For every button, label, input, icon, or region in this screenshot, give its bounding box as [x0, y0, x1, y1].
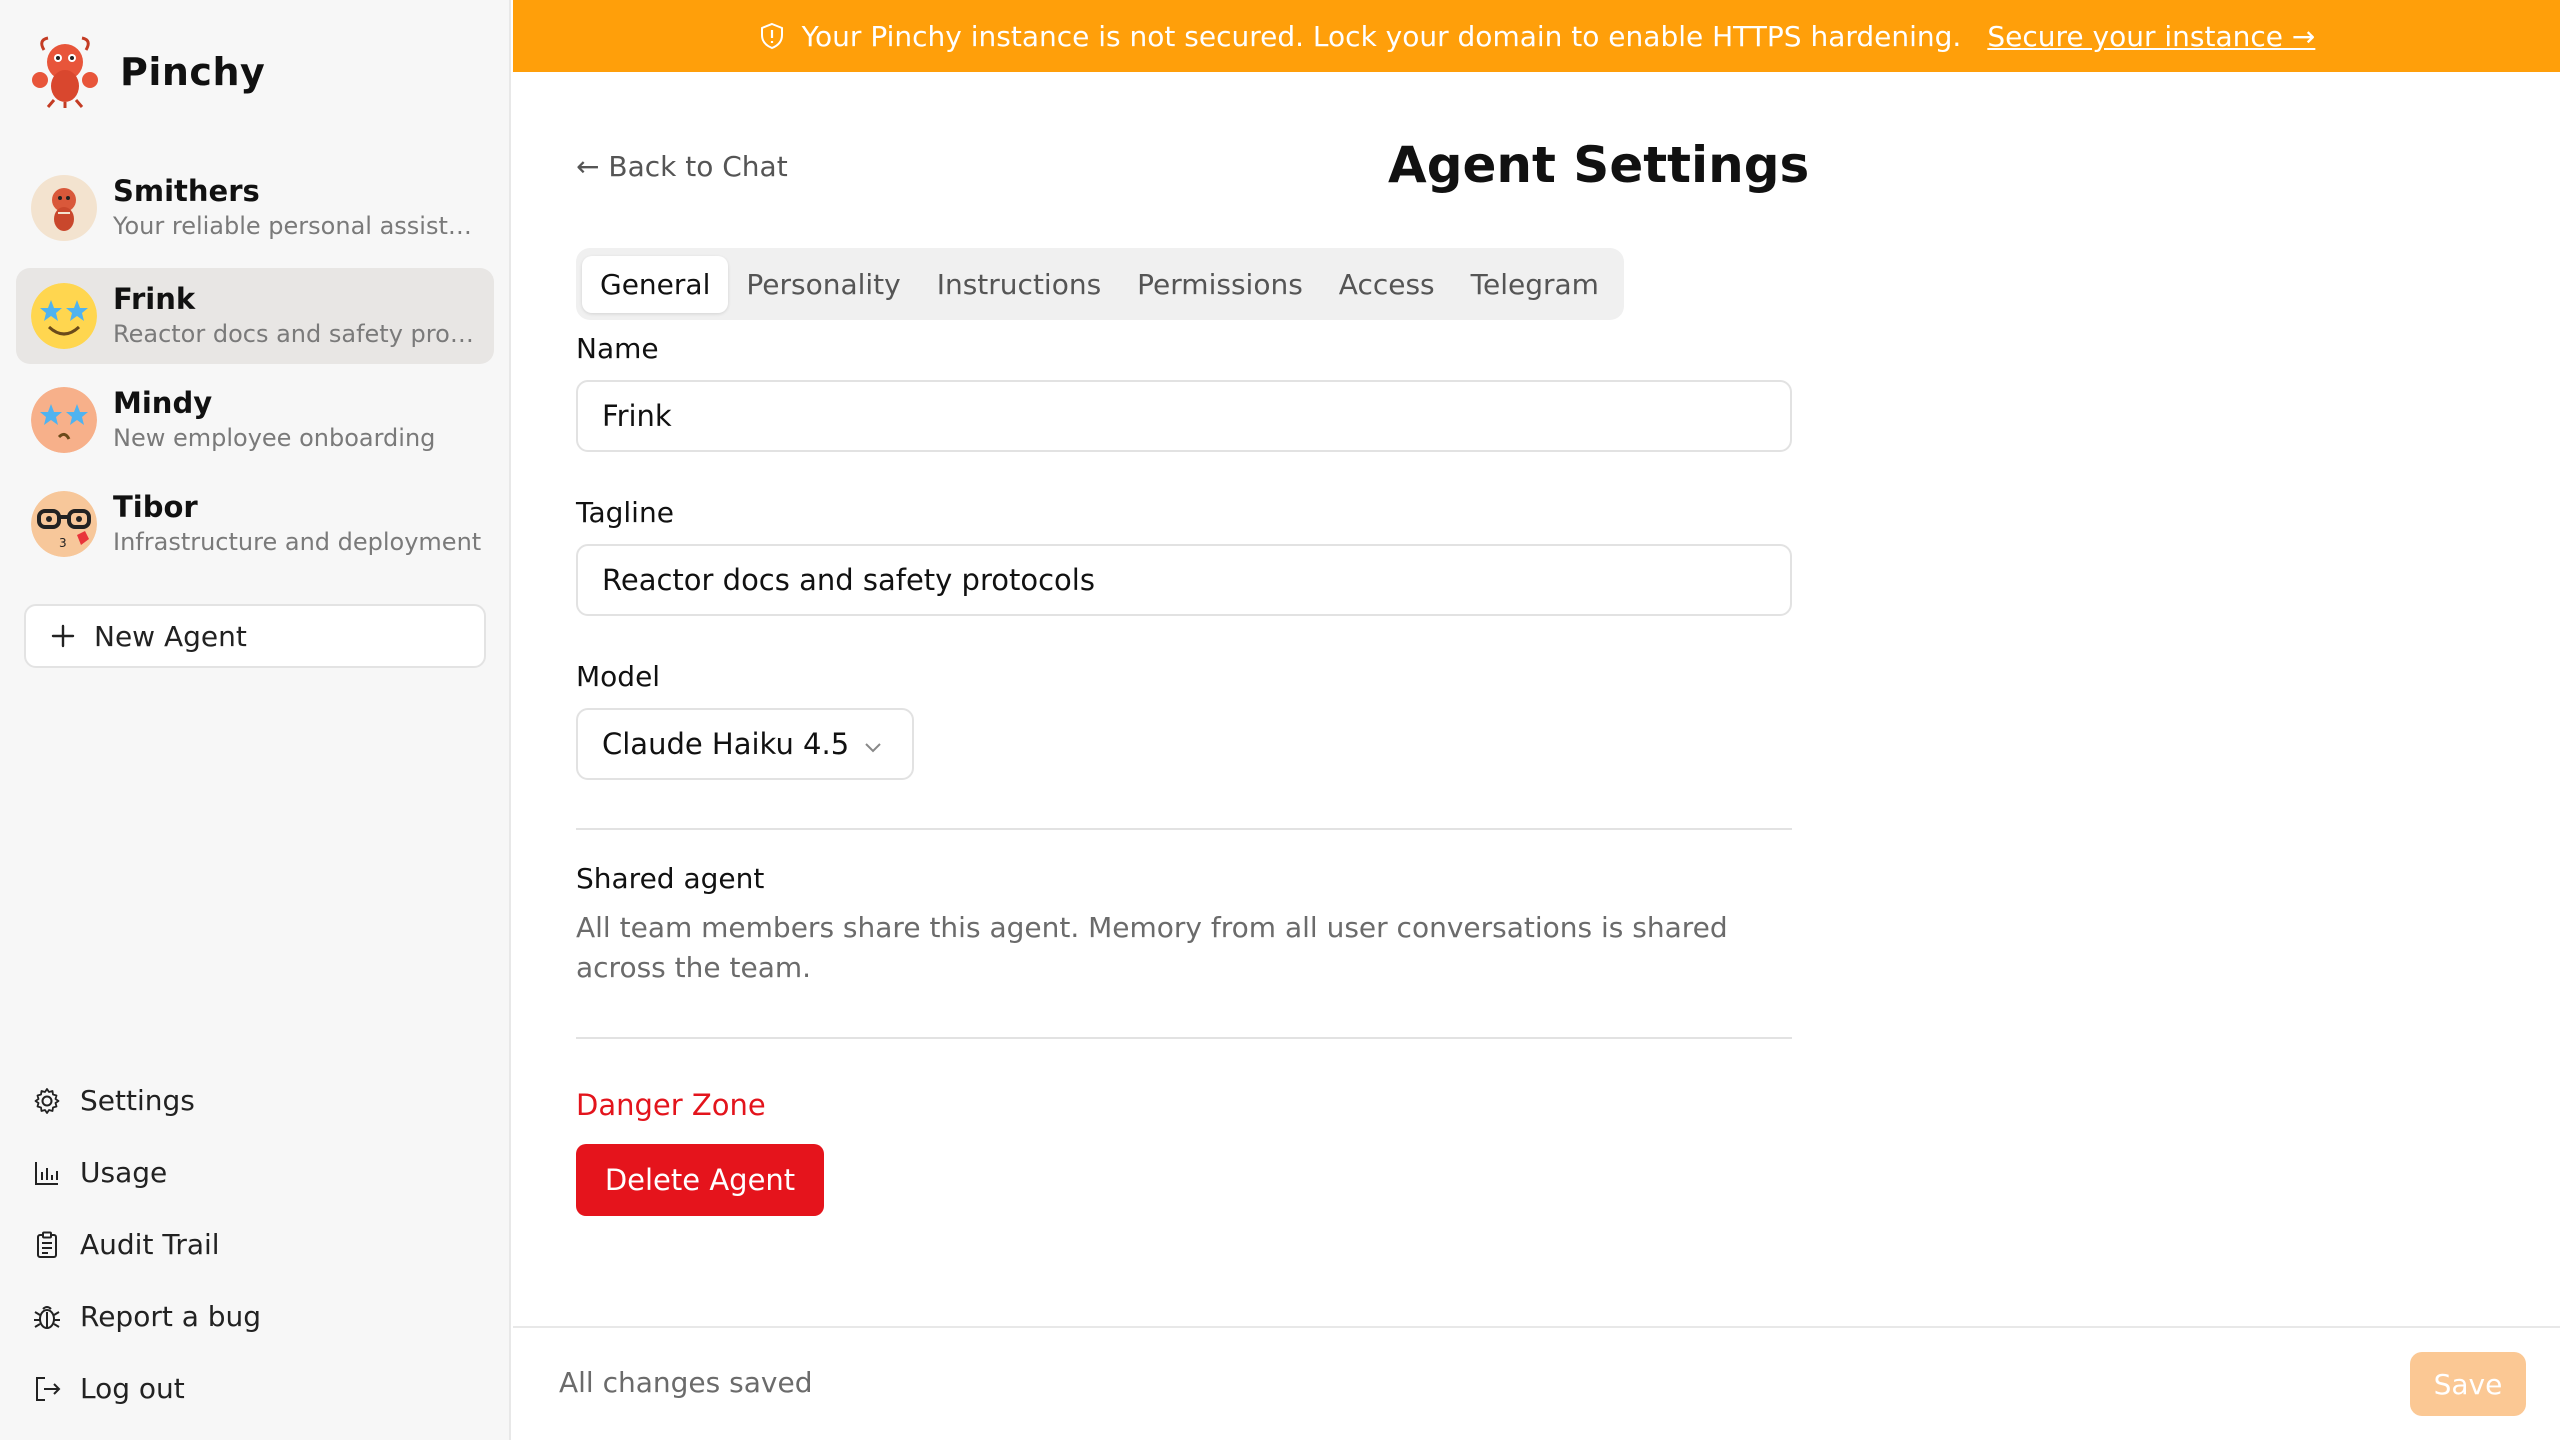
nav-usage[interactable]: Usage [32, 1156, 167, 1189]
lobster-avatar-icon [31, 175, 97, 241]
agent-name: Smithers [113, 174, 260, 208]
save-button[interactable]: Save [2410, 1352, 2526, 1416]
chevron-down-icon [865, 743, 881, 753]
tab-general[interactable]: General [582, 255, 729, 313]
model-label: Model [576, 660, 661, 693]
agent-tagline: New employee onboarding [113, 424, 436, 452]
save-status: All changes saved [559, 1366, 813, 1399]
avatar: 3 [31, 491, 97, 557]
shield-alert-icon [760, 22, 783, 50]
new-agent-button[interactable]: New Agent [24, 604, 486, 668]
svg-text:3: 3 [59, 536, 67, 550]
bar-chart-icon [35, 1161, 58, 1185]
agent-name: Mindy [113, 386, 213, 420]
nav-log-out[interactable]: Log out [32, 1372, 185, 1405]
agent-tagline: Your reliable personal assistant [113, 212, 483, 240]
tab-personality[interactable]: Personality [728, 256, 918, 313]
name-label: Name [576, 332, 659, 365]
plus-icon [51, 624, 75, 648]
security-warning-banner: Your Pinchy instance is not secured. Loc… [513, 0, 2560, 72]
shared-agent-title: Shared agent [576, 862, 765, 895]
agent-tagline: Reactor docs and safety protocols [113, 320, 483, 348]
page-title: Agent Settings [1388, 136, 1810, 194]
agent-item-frink[interactable]: Frink Reactor docs and safety protocols [16, 268, 494, 364]
settings-tabs: General Personality Instructions Permiss… [576, 248, 1624, 320]
new-agent-label: New Agent [94, 619, 247, 653]
agent-name: Frink [113, 282, 196, 316]
nav-audit-trail[interactable]: Audit Trail [32, 1228, 220, 1261]
clipboard-icon [37, 1231, 57, 1258]
footer-bar: All changes saved Save [513, 1326, 2560, 1440]
tagline-label: Tagline [576, 496, 674, 529]
tab-instructions[interactable]: Instructions [919, 256, 1119, 313]
delete-agent-button[interactable]: Delete Agent [576, 1144, 824, 1216]
agent-tagline: Infrastructure and deployment [113, 528, 482, 556]
tab-telegram[interactable]: Telegram [1453, 256, 1617, 313]
secure-instance-link[interactable]: Secure your instance → [1987, 20, 2315, 53]
agent-item-tibor[interactable]: 3 Tibor Infrastructure and deployment [16, 476, 494, 572]
lobster-logo-icon [32, 36, 98, 108]
avatar [31, 283, 97, 349]
gear-icon [34, 1087, 60, 1114]
agent-name: Tibor [113, 490, 198, 524]
logout-icon [36, 1376, 61, 1401]
app-name: Pinchy [120, 50, 266, 94]
agent-item-smithers[interactable]: Smithers Your reliable personal assistan… [16, 160, 494, 256]
sidebar: Pinchy Smithers Your reliable personal a… [0, 0, 511, 1440]
nav-label: Report a bug [80, 1300, 262, 1333]
nav-report-bug[interactable]: Report a bug [32, 1300, 261, 1333]
banner-message: Your Pinchy instance is not secured. Loc… [801, 19, 1962, 53]
nav-label: Usage [80, 1156, 168, 1189]
star-eyes-emoji-icon [31, 283, 97, 349]
divider [576, 828, 1792, 830]
model-value: Claude Haiku 4.5 [602, 727, 850, 761]
bug-icon [34, 1305, 60, 1329]
back-to-chat-link[interactable]: ← Back to Chat [576, 150, 788, 183]
tagline-input[interactable]: Reactor docs and safety protocols [576, 544, 1792, 616]
model-select[interactable]: Claude Haiku 4.5 [576, 708, 914, 780]
tab-access[interactable]: Access [1321, 256, 1453, 313]
nav-settings[interactable]: Settings [32, 1084, 195, 1117]
avatar [31, 175, 97, 241]
brand[interactable]: Pinchy [30, 36, 265, 108]
tab-permissions[interactable]: Permissions [1119, 256, 1321, 313]
nav-label: Settings [80, 1084, 195, 1117]
star-struck-emoji-icon [31, 387, 97, 453]
name-input[interactable]: Frink [576, 380, 1792, 452]
divider [576, 1037, 1792, 1039]
nav-label: Log out [80, 1372, 185, 1405]
avatar [31, 387, 97, 453]
glasses-emoji-icon: 3 [31, 491, 97, 557]
shared-agent-description: All team members share this agent. Memor… [576, 911, 1728, 984]
nav-label: Audit Trail [80, 1228, 220, 1261]
danger-zone-title: Danger Zone [576, 1088, 766, 1122]
agent-item-mindy[interactable]: Mindy New employee onboarding [16, 372, 494, 468]
